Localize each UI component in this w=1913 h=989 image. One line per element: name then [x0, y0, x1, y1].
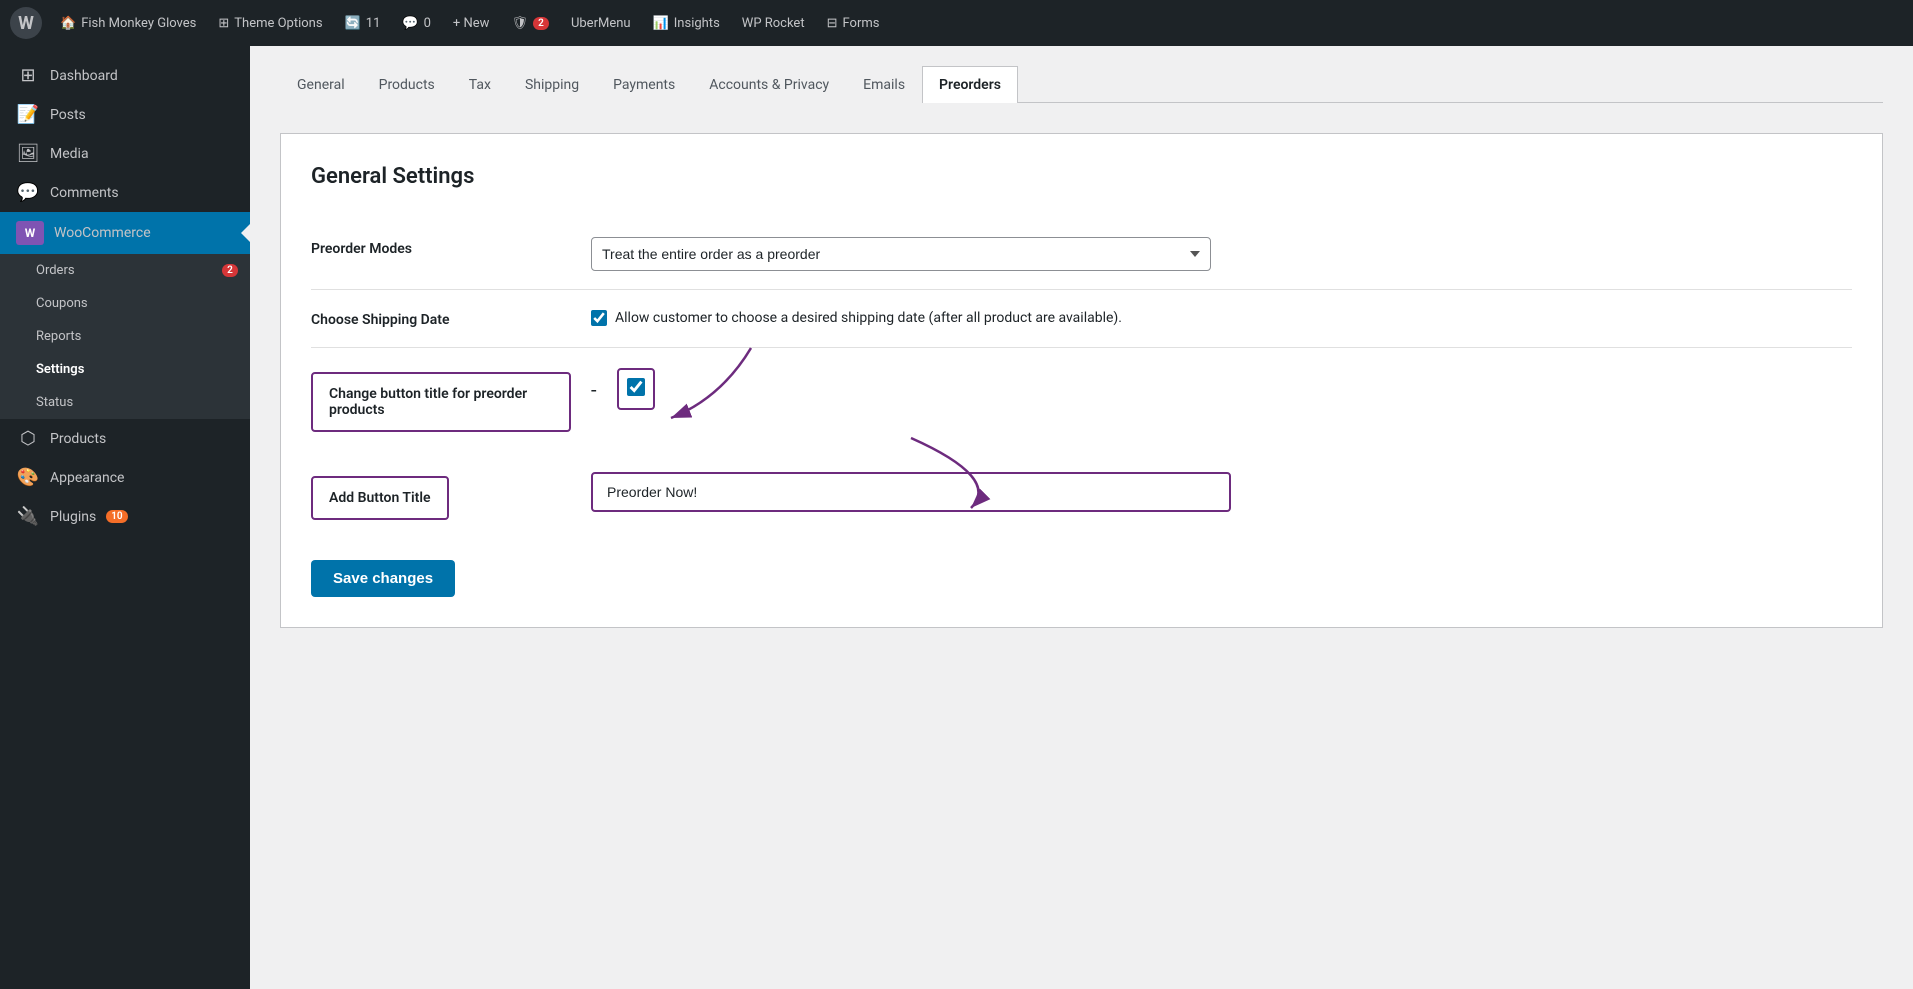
- comments-icon: 💬: [402, 16, 418, 31]
- add-button-title-input[interactable]: [591, 472, 1231, 512]
- home-icon: 🏠: [60, 16, 76, 31]
- sidebar-item-status[interactable]: Status: [0, 386, 250, 419]
- appearance-icon: 🎨: [16, 467, 40, 488]
- change-button-label: Change button title for preorder product…: [311, 368, 571, 432]
- admin-bar-theme-options[interactable]: ⊞ Theme Options: [210, 0, 330, 46]
- sidebar-item-comments[interactable]: 💬 Comments: [0, 173, 250, 212]
- page-title: General Settings: [311, 164, 1852, 189]
- tab-preorders[interactable]: Preorders: [922, 66, 1018, 103]
- change-button-separator: -: [591, 368, 597, 402]
- admin-bar: W 🏠 Fish Monkey Gloves ⊞ Theme Options 🔄…: [0, 0, 1913, 46]
- admin-bar-site[interactable]: 🏠 Fish Monkey Gloves: [52, 0, 204, 46]
- save-button-container: Save changes: [311, 540, 1852, 597]
- admin-bar-rocket[interactable]: WP Rocket: [734, 0, 813, 46]
- sidebar-item-products[interactable]: ⬡ Products: [0, 419, 250, 458]
- forms-icon: ⊟: [827, 16, 838, 31]
- save-changes-button[interactable]: Save changes: [311, 560, 455, 597]
- sidebar-item-plugins[interactable]: 🔌 Plugins 10: [0, 497, 250, 536]
- tab-shipping[interactable]: Shipping: [508, 66, 596, 103]
- change-button-checkbox-area: [617, 368, 655, 410]
- main-content: General Products Tax Shipping Payments A…: [250, 46, 1913, 989]
- sidebar-item-dashboard[interactable]: ⊞ Dashboard: [0, 56, 250, 95]
- theme-options-icon: ⊞: [218, 16, 229, 31]
- woocommerce-icon: W: [16, 221, 44, 245]
- dashboard-icon: ⊞: [16, 65, 40, 86]
- preorder-modes-select[interactable]: Treat the entire order as a preorder Onl…: [591, 237, 1211, 271]
- tabs-nav: General Products Tax Shipping Payments A…: [280, 66, 1883, 103]
- admin-bar-ubermenu[interactable]: UberMenu: [563, 0, 639, 46]
- tab-general[interactable]: General: [280, 66, 362, 103]
- choose-shipping-date-label: Choose Shipping Date: [311, 308, 571, 328]
- change-button-highlight-box: Change button title for preorder product…: [311, 372, 571, 432]
- choose-shipping-date-row: Choose Shipping Date Allow customer to c…: [311, 290, 1852, 348]
- media-icon: 🖼: [16, 143, 40, 164]
- tab-payments[interactable]: Payments: [596, 66, 692, 103]
- add-button-row: Add Button Title: [311, 452, 1852, 540]
- settings-panel: General Settings Preorder Modes Treat th…: [280, 133, 1883, 628]
- sidebar-item-posts[interactable]: 📝 Posts: [0, 95, 250, 134]
- tab-tax[interactable]: Tax: [452, 66, 508, 103]
- change-button-title-checkbox[interactable]: [627, 378, 645, 396]
- tab-products[interactable]: Products: [362, 66, 452, 103]
- admin-bar-insights[interactable]: 📊 Insights: [645, 0, 728, 46]
- add-button-title-label: Add Button Title: [311, 472, 571, 520]
- plugins-icon: 🔌: [16, 506, 40, 527]
- preorder-modes-field: Treat the entire order as a preorder Onl…: [591, 237, 1852, 271]
- preorder-modes-row: Preorder Modes Treat the entire order as…: [311, 219, 1852, 290]
- security-icon: 🛡: [511, 16, 528, 31]
- comments-nav-icon: 💬: [16, 182, 40, 203]
- sidebar: ⊞ Dashboard 📝 Posts 🖼 Media 💬 Comments W…: [0, 46, 250, 989]
- admin-bar-security[interactable]: 🛡 2: [503, 0, 557, 46]
- sidebar-item-media[interactable]: 🖼 Media: [0, 134, 250, 173]
- change-button-section: Change button title for preorder product…: [311, 348, 1852, 540]
- shipping-date-checkbox-label: Allow customer to choose a desired shipp…: [615, 308, 1122, 329]
- insights-icon: 📊: [653, 16, 669, 31]
- change-button-row: Change button title for preorder product…: [311, 348, 1852, 452]
- shipping-date-checkbox[interactable]: [591, 310, 607, 326]
- sidebar-item-appearance[interactable]: 🎨 Appearance: [0, 458, 250, 497]
- woocommerce-submenu: Orders 2 Coupons Reports Settings Status: [0, 254, 250, 419]
- admin-bar-comments[interactable]: 💬 0: [394, 0, 439, 46]
- sidebar-item-settings[interactable]: Settings: [0, 353, 250, 386]
- choose-shipping-date-field: Allow customer to choose a desired shipp…: [591, 308, 1852, 329]
- sidebar-item-coupons[interactable]: Coupons: [0, 287, 250, 320]
- tab-accounts-privacy[interactable]: Accounts & Privacy: [692, 66, 846, 103]
- preorder-modes-label: Preorder Modes: [311, 237, 571, 257]
- shipping-date-checkbox-row: Allow customer to choose a desired shipp…: [591, 308, 1852, 329]
- security-badge: 2: [533, 17, 549, 30]
- updates-icon: 🔄: [345, 16, 361, 31]
- wp-logo[interactable]: W: [10, 7, 42, 39]
- products-icon: ⬡: [16, 428, 40, 449]
- plugins-badge: 10: [106, 510, 127, 523]
- sidebar-item-reports[interactable]: Reports: [0, 320, 250, 353]
- tab-emails[interactable]: Emails: [846, 66, 922, 103]
- admin-bar-forms[interactable]: ⊟ Forms: [819, 0, 888, 46]
- add-button-highlight-box: Add Button Title: [311, 476, 449, 520]
- sidebar-item-orders[interactable]: Orders 2: [0, 254, 250, 287]
- admin-bar-new[interactable]: + New: [445, 0, 498, 46]
- orders-badge: 2: [222, 264, 238, 277]
- sidebar-item-woocommerce[interactable]: W WooCommerce: [0, 212, 250, 254]
- posts-icon: 📝: [16, 104, 40, 125]
- admin-bar-updates[interactable]: 🔄 11: [337, 0, 389, 46]
